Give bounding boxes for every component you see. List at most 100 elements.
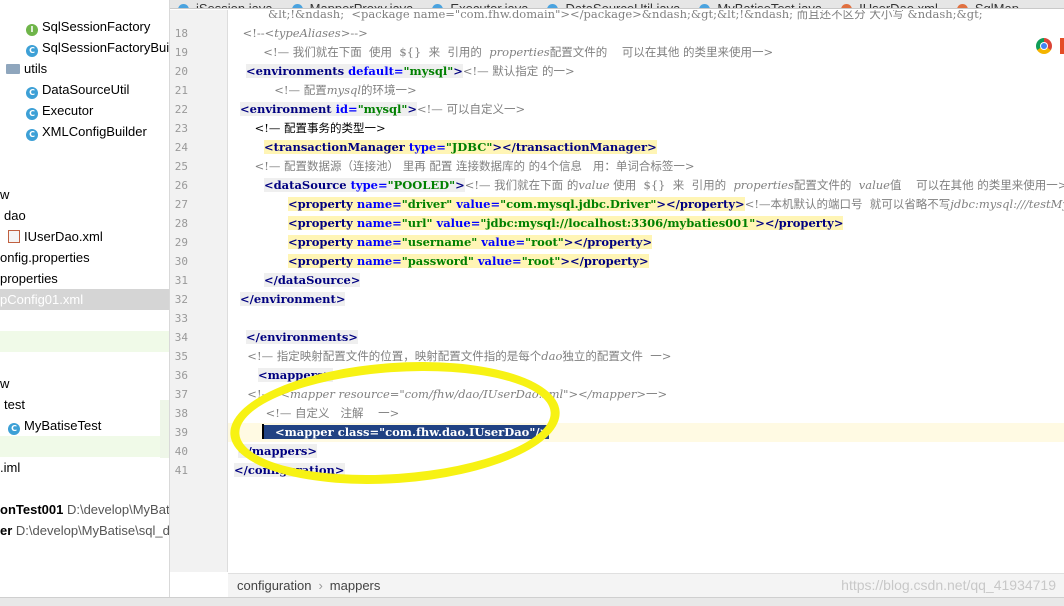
code-line-18: <!--<typeAliases>-->	[228, 24, 1064, 43]
tree-item-mybatisetest[interactable]: C MyBatiseTest	[0, 415, 169, 436]
tree-item-label: DataSourceUtil	[42, 82, 130, 97]
tree-item-label: test	[4, 397, 25, 412]
tree-item-utils[interactable]: utils	[0, 58, 169, 79]
xml-attr: value=	[473, 254, 522, 268]
comment-text: <!— 我们就在下面 使用 ${} 来 引用的	[256, 45, 490, 59]
tree-item-config01-xml[interactable]: pConfig01.xml	[0, 289, 169, 310]
xml-tag: <property	[288, 235, 353, 249]
chrome-icon[interactable]	[1036, 38, 1052, 54]
comment-text: <!—本机默认的端口号 就可以省略不写	[744, 197, 951, 211]
tree-item-config-properties[interactable]: onfig.properties	[0, 247, 169, 268]
line-number: 34	[174, 331, 188, 344]
tree-item-dao[interactable]: dao	[0, 205, 169, 226]
line-number: 32	[174, 293, 188, 306]
tree-item-properties[interactable]: properties	[0, 268, 169, 289]
interface-icon: I	[26, 24, 38, 36]
comment-text: <!— 指定映射配置文件的位置，映射配置文件指的是每个	[240, 349, 542, 363]
tree-item-label: XMLConfigBuilder	[42, 124, 147, 139]
java-file-icon	[699, 4, 711, 8]
code-editor[interactable]: &lt;!&ndash; <package name="com.fhw.doma…	[228, 10, 1064, 572]
tree-item-w[interactable]: w	[0, 184, 169, 205]
xml-attr: id=	[331, 102, 358, 116]
tree-item-partial[interactable]	[0, 0, 169, 17]
line-number: 23	[174, 122, 188, 135]
tab-mybatisetest[interactable]: MyBatiseTest.java	[699, 2, 822, 8]
xml-string: "JDBC"	[445, 140, 493, 154]
xml-string: "mysql"	[357, 102, 408, 116]
tree-item-label: SqlSessionFactoryBuil	[42, 40, 170, 55]
comment-text: <!— 我们就在下面 的	[464, 178, 579, 192]
code-line-31: </dataSource>	[264, 271, 1064, 290]
xml-tag: ></transactionManager>	[492, 140, 657, 154]
code-line-21: <!— 配置mysql的环境一>	[256, 81, 1064, 100]
tree-item-label: .iml	[0, 460, 21, 475]
xml-string: "password"	[401, 254, 474, 268]
xml-tag: <environments	[246, 64, 345, 78]
tree-project-2[interactable]: er D:\develop\MyBatise\sql_d	[0, 520, 169, 541]
code-line-24: <transactionManager type="JDBC"></transa…	[264, 138, 1064, 157]
tab-sqlsession[interactable]: iSession.java	[178, 2, 273, 8]
breadcrumb-item[interactable]: mappers	[330, 578, 381, 593]
xml-tag: <property	[288, 254, 353, 268]
tree-item-xmlconfigbuilder[interactable]: C XMLConfigBuilder	[0, 121, 169, 142]
tree-item-w2[interactable]: w	[0, 373, 169, 394]
tree-item-label: pConfig01.xml	[0, 292, 84, 307]
xml-tag: </environment>	[240, 292, 346, 306]
tree-item-iuserdao-xml[interactable]: IUserDao.xml	[0, 226, 169, 247]
line-number: 27	[174, 198, 188, 211]
line-number: 26	[174, 179, 188, 192]
code-line-25: <!— 配置数据源（连接池） 里再 配置 连接数据库的 的4个信息 用：单词合标…	[240, 159, 695, 173]
comment-italic: value	[858, 178, 890, 192]
tab-label: MapperProxy.java	[309, 1, 414, 9]
xml-tag: >	[455, 178, 465, 192]
breadcrumb-item[interactable]: configuration	[237, 578, 311, 593]
tab-executor[interactable]: Executor.java	[432, 2, 528, 8]
java-file-icon	[547, 4, 559, 8]
xml-tag: <property	[288, 216, 353, 230]
tab-label: DataSourceUtil.java	[565, 1, 681, 9]
tree-item-label: IUserDao.xml	[24, 229, 103, 244]
tab-iuserdao-xml[interactable]: IUserDao.xml	[841, 2, 938, 8]
code-line-29: <property name="username" value="root"><…	[288, 233, 1064, 252]
tab-sqlmapconfig[interactable]: SqlMap	[956, 2, 1019, 8]
java-file-icon	[432, 4, 444, 8]
line-number: 38	[174, 407, 188, 420]
xml-tag: <dataSource	[264, 178, 347, 192]
code-line-30: <property name="password" value="root"><…	[288, 252, 1064, 271]
line-number: 20	[174, 65, 188, 78]
project-tree[interactable]: I SqlSessionFactory C SqlSessionFactoryBui…	[0, 0, 170, 606]
xml-string: "username"	[401, 235, 478, 249]
line-number: 29	[174, 236, 188, 249]
xml-string: "mysql"	[403, 64, 454, 78]
tree-item-sqlsessionfactory[interactable]: I SqlSessionFactory	[0, 16, 169, 37]
tree-scrollbar[interactable]	[160, 400, 169, 458]
comment-text: <!— 可以自定义一>	[417, 102, 526, 116]
tree-project-1[interactable]: onTest001 D:\develop\MyBat	[0, 499, 169, 520]
code-line-34: </environments>	[246, 328, 1064, 347]
html5-icon[interactable]	[1060, 38, 1064, 54]
xml-tag: ></property>	[563, 235, 653, 249]
tab-mapperproxy[interactable]: MapperProxy.java	[291, 2, 413, 8]
folder-icon	[6, 64, 20, 74]
line-gutter[interactable]: 18 19 20 21 22 23 24 25 26 27 28 29 30 3…	[170, 10, 251, 572]
tree-item-label: MyBatiseTest	[24, 418, 102, 433]
line-number: 22	[174, 103, 188, 116]
class-icon: C	[26, 108, 38, 120]
xml-attr: type=	[404, 140, 446, 154]
comment-italic: jdbc:mysql:///testMy	[950, 197, 1064, 211]
code-line-22: <environment id="mysql"><!— 可以自定义一>	[240, 100, 1064, 119]
tree-item-datasourceutil[interactable]: C DataSourceUtil	[0, 79, 169, 100]
comment-text: 配置文件的 可以在其他 的类里来使用一>	[549, 45, 774, 59]
status-bar	[0, 597, 1064, 606]
tree-item-executor[interactable]: C Executor	[0, 100, 169, 121]
comment-text: <!— 默认指定 的一>	[462, 64, 575, 78]
tree-item-iml[interactable]: .iml	[0, 457, 169, 478]
tree-item-test[interactable]: test	[0, 394, 169, 415]
class-icon: C	[26, 129, 38, 141]
tab-datasourceutil[interactable]: DataSourceUtil.java	[547, 2, 680, 8]
xml-string: "root"	[525, 235, 564, 249]
project-name: onTest001	[0, 502, 64, 517]
xml-attr: name=	[352, 254, 402, 268]
tree-item-sqlsessionfactorybuilder[interactable]: C SqlSessionFactoryBuil	[0, 37, 170, 58]
line-number: 31	[174, 274, 188, 287]
